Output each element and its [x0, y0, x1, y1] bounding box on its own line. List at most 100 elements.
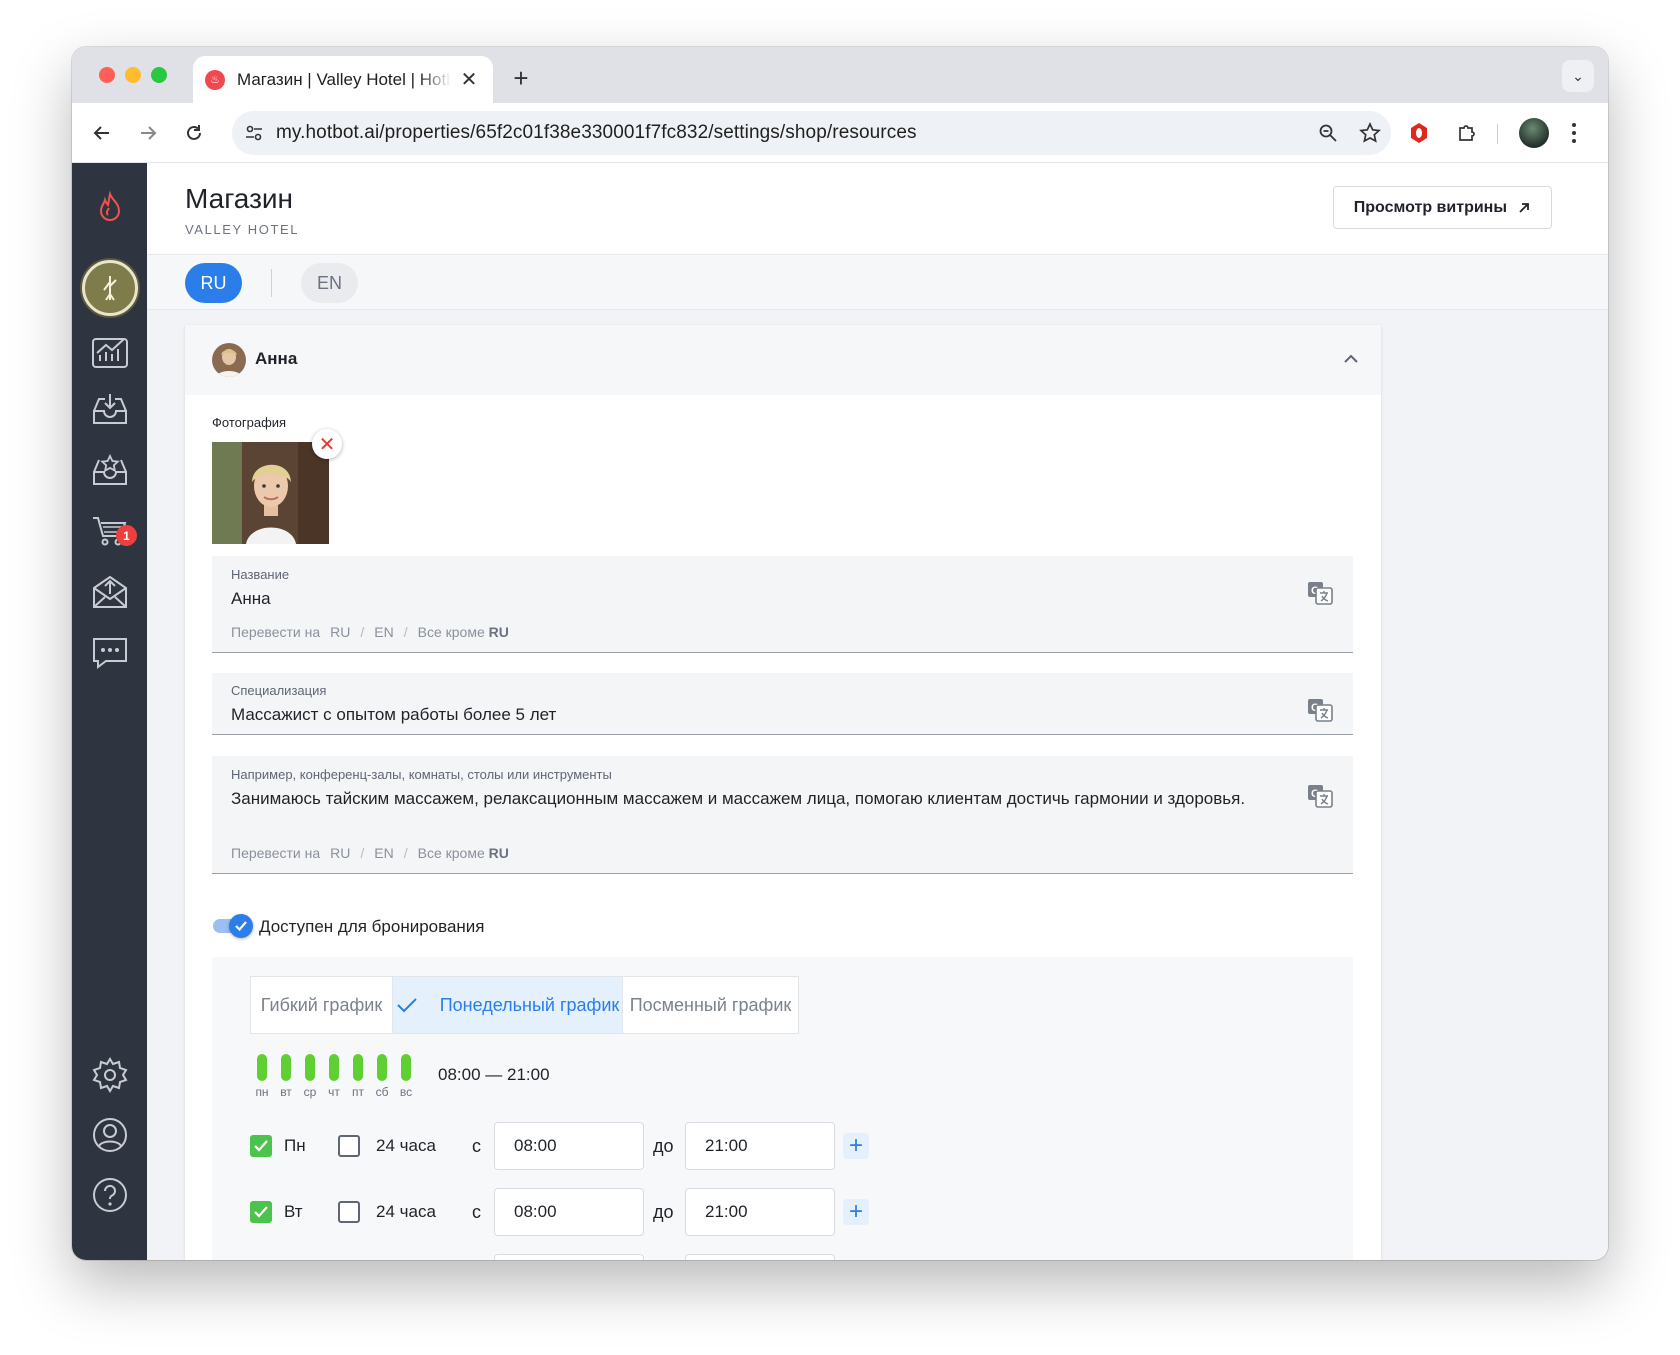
day-active-pill — [281, 1054, 291, 1081]
browser-toolbar: my.hotbot.ai/properties/65f2c01f38e33000… — [72, 103, 1608, 163]
description-field[interactable]: Например, конференц-залы, комнаты, столы… — [212, 756, 1353, 874]
time-from-input[interactable]: 08:00 — [494, 1122, 644, 1170]
schedule-summary: 08:00 — 21:00 — [438, 1065, 550, 1084]
to-label: до — [653, 1202, 674, 1222]
profile-avatar[interactable] — [1519, 118, 1549, 148]
day-enabled-checkbox[interactable] — [250, 1201, 272, 1223]
translate-prefix: Перевести на — [231, 845, 321, 861]
browser-tab[interactable]: ♨ Магазин | Valley Hotel | Hotbot ✕ — [193, 56, 493, 103]
resource-card-header[interactable]: Анна — [185, 325, 1381, 395]
hotbot-logo-icon[interactable] — [92, 189, 128, 225]
zoom-icon[interactable] — [1307, 123, 1349, 143]
google-translate-icon[interactable]: G — [1307, 581, 1333, 605]
browser-menu-icon[interactable] — [1562, 117, 1586, 149]
booking-toggle[interactable] — [213, 914, 253, 938]
translate-en-link[interactable]: EN — [374, 845, 393, 861]
name-field[interactable]: Название Анна G Перевести на RU / EN / В… — [212, 556, 1353, 653]
extensions-puzzle-icon[interactable] — [1451, 117, 1483, 149]
all-day-label: 24 часа — [376, 1202, 436, 1221]
close-window-button[interactable] — [99, 67, 115, 83]
lang-divider — [271, 269, 272, 297]
chevron-down-icon[interactable]: ⌄ — [1562, 60, 1594, 92]
day-indicator: чт — [322, 1054, 346, 1099]
add-interval-button[interactable]: + — [843, 1199, 869, 1225]
sidebar: 1 — [72, 163, 147, 1260]
settings-icon[interactable] — [90, 1055, 130, 1095]
hotbot-favicon-icon: ♨ — [205, 69, 225, 90]
check-icon — [229, 914, 253, 938]
reviews-icon[interactable] — [90, 450, 130, 490]
all-day-checkbox[interactable] — [338, 1201, 360, 1223]
resource-card: Анна Фотография ✕ Название Анна Перевест… — [185, 325, 1381, 1260]
lang-en-button[interactable]: EN — [301, 263, 358, 303]
time-to-input[interactable] — [685, 1254, 835, 1260]
translate-all-text: Все кроме — [417, 624, 485, 640]
mailing-icon[interactable] — [90, 572, 130, 612]
description-field-label: Например, конференц-залы, комнаты, столы… — [231, 767, 612, 782]
time-to-input[interactable]: 21:00 — [685, 1122, 835, 1170]
day-active-pill — [329, 1054, 339, 1081]
day-indicator: пт — [346, 1054, 370, 1099]
tab-flexible-schedule[interactable]: Гибкий график — [251, 977, 392, 1033]
check-icon — [397, 998, 417, 1013]
view-storefront-button[interactable]: Просмотр витрины — [1332, 186, 1552, 229]
forward-icon[interactable] — [132, 117, 164, 149]
day-enabled-checkbox[interactable] — [250, 1135, 272, 1157]
chat-icon[interactable] — [90, 632, 130, 672]
from-label: с — [472, 1202, 481, 1222]
new-tab-icon[interactable]: + — [506, 63, 536, 94]
specialization-field[interactable]: Специализация Массажист с опытом работы … — [212, 673, 1353, 735]
close-icon[interactable]: ✕ — [457, 68, 481, 92]
minimize-window-button[interactable] — [125, 67, 141, 83]
page-title: Магазин — [185, 183, 294, 214]
day-short-label: чт — [328, 1085, 340, 1099]
back-icon[interactable] — [86, 117, 118, 149]
help-icon[interactable] — [90, 1175, 130, 1215]
chevron-up-icon[interactable] — [1339, 347, 1363, 371]
translate-prefix: Перевести на — [231, 624, 321, 640]
translate-all-link[interactable]: Все кроме RU — [418, 624, 509, 640]
weekday-indicators: пн вт ср чт пт сб вс — [250, 1054, 418, 1099]
resource-name: Анна — [255, 349, 298, 368]
day-indicator: вс — [394, 1054, 418, 1099]
remove-photo-button[interactable]: ✕ — [312, 429, 342, 459]
google-translate-icon[interactable]: G — [1307, 698, 1333, 722]
bookmark-star-icon[interactable] — [1349, 122, 1391, 144]
from-label: с — [472, 1136, 481, 1156]
translate-ru-link[interactable]: RU — [330, 624, 350, 640]
translate-all-link[interactable]: Все кроме RU — [418, 845, 509, 861]
tab-weekly-schedule[interactable]: Понедельный график — [392, 977, 622, 1033]
schedule-row-tuesday: Вт 24 часа с 08:00 до 21:00 + — [250, 1188, 950, 1236]
lang-ru-button[interactable]: RU — [185, 263, 242, 303]
all-day-checkbox[interactable] — [338, 1135, 360, 1157]
inbox-icon[interactable] — [90, 389, 130, 429]
reload-icon[interactable] — [178, 117, 210, 149]
add-interval-button[interactable]: + — [843, 1133, 869, 1159]
day-name: Вт — [284, 1202, 303, 1221]
name-field-label: Название — [231, 567, 290, 582]
translate-options: Перевести на RU / EN / Все кроме RU — [231, 624, 509, 640]
maximize-window-button[interactable] — [151, 67, 167, 83]
all-day-label: 24 часа — [376, 1136, 436, 1155]
profile-icon[interactable] — [90, 1115, 130, 1155]
translate-all-lang: RU — [488, 624, 509, 640]
translate-ru-link[interactable]: RU — [330, 845, 350, 861]
resource-avatar — [212, 343, 246, 377]
translate-en-link[interactable]: EN — [374, 624, 393, 640]
tab-shift-schedule[interactable]: Посменный график — [622, 977, 798, 1033]
day-short-label: ср — [303, 1085, 317, 1099]
time-from-input[interactable] — [494, 1254, 644, 1260]
hotel-avatar[interactable] — [82, 260, 138, 316]
time-to-input[interactable]: 21:00 — [685, 1188, 835, 1236]
site-settings-icon[interactable] — [232, 123, 276, 143]
address-bar[interactable]: my.hotbot.ai/properties/65f2c01f38e33000… — [232, 111, 1391, 155]
resource-photo[interactable] — [212, 442, 329, 544]
google-translate-icon[interactable]: G — [1307, 784, 1333, 808]
view-storefront-label: Просмотр витрины — [1353, 198, 1507, 216]
time-from-input[interactable]: 08:00 — [494, 1188, 644, 1236]
translate-all-text: Все кроме — [417, 845, 485, 861]
day-active-pill — [401, 1054, 411, 1081]
analytics-icon[interactable] — [90, 331, 130, 371]
language-switcher: RU EN — [147, 255, 1608, 310]
opera-extension-icon[interactable] — [1403, 117, 1435, 149]
